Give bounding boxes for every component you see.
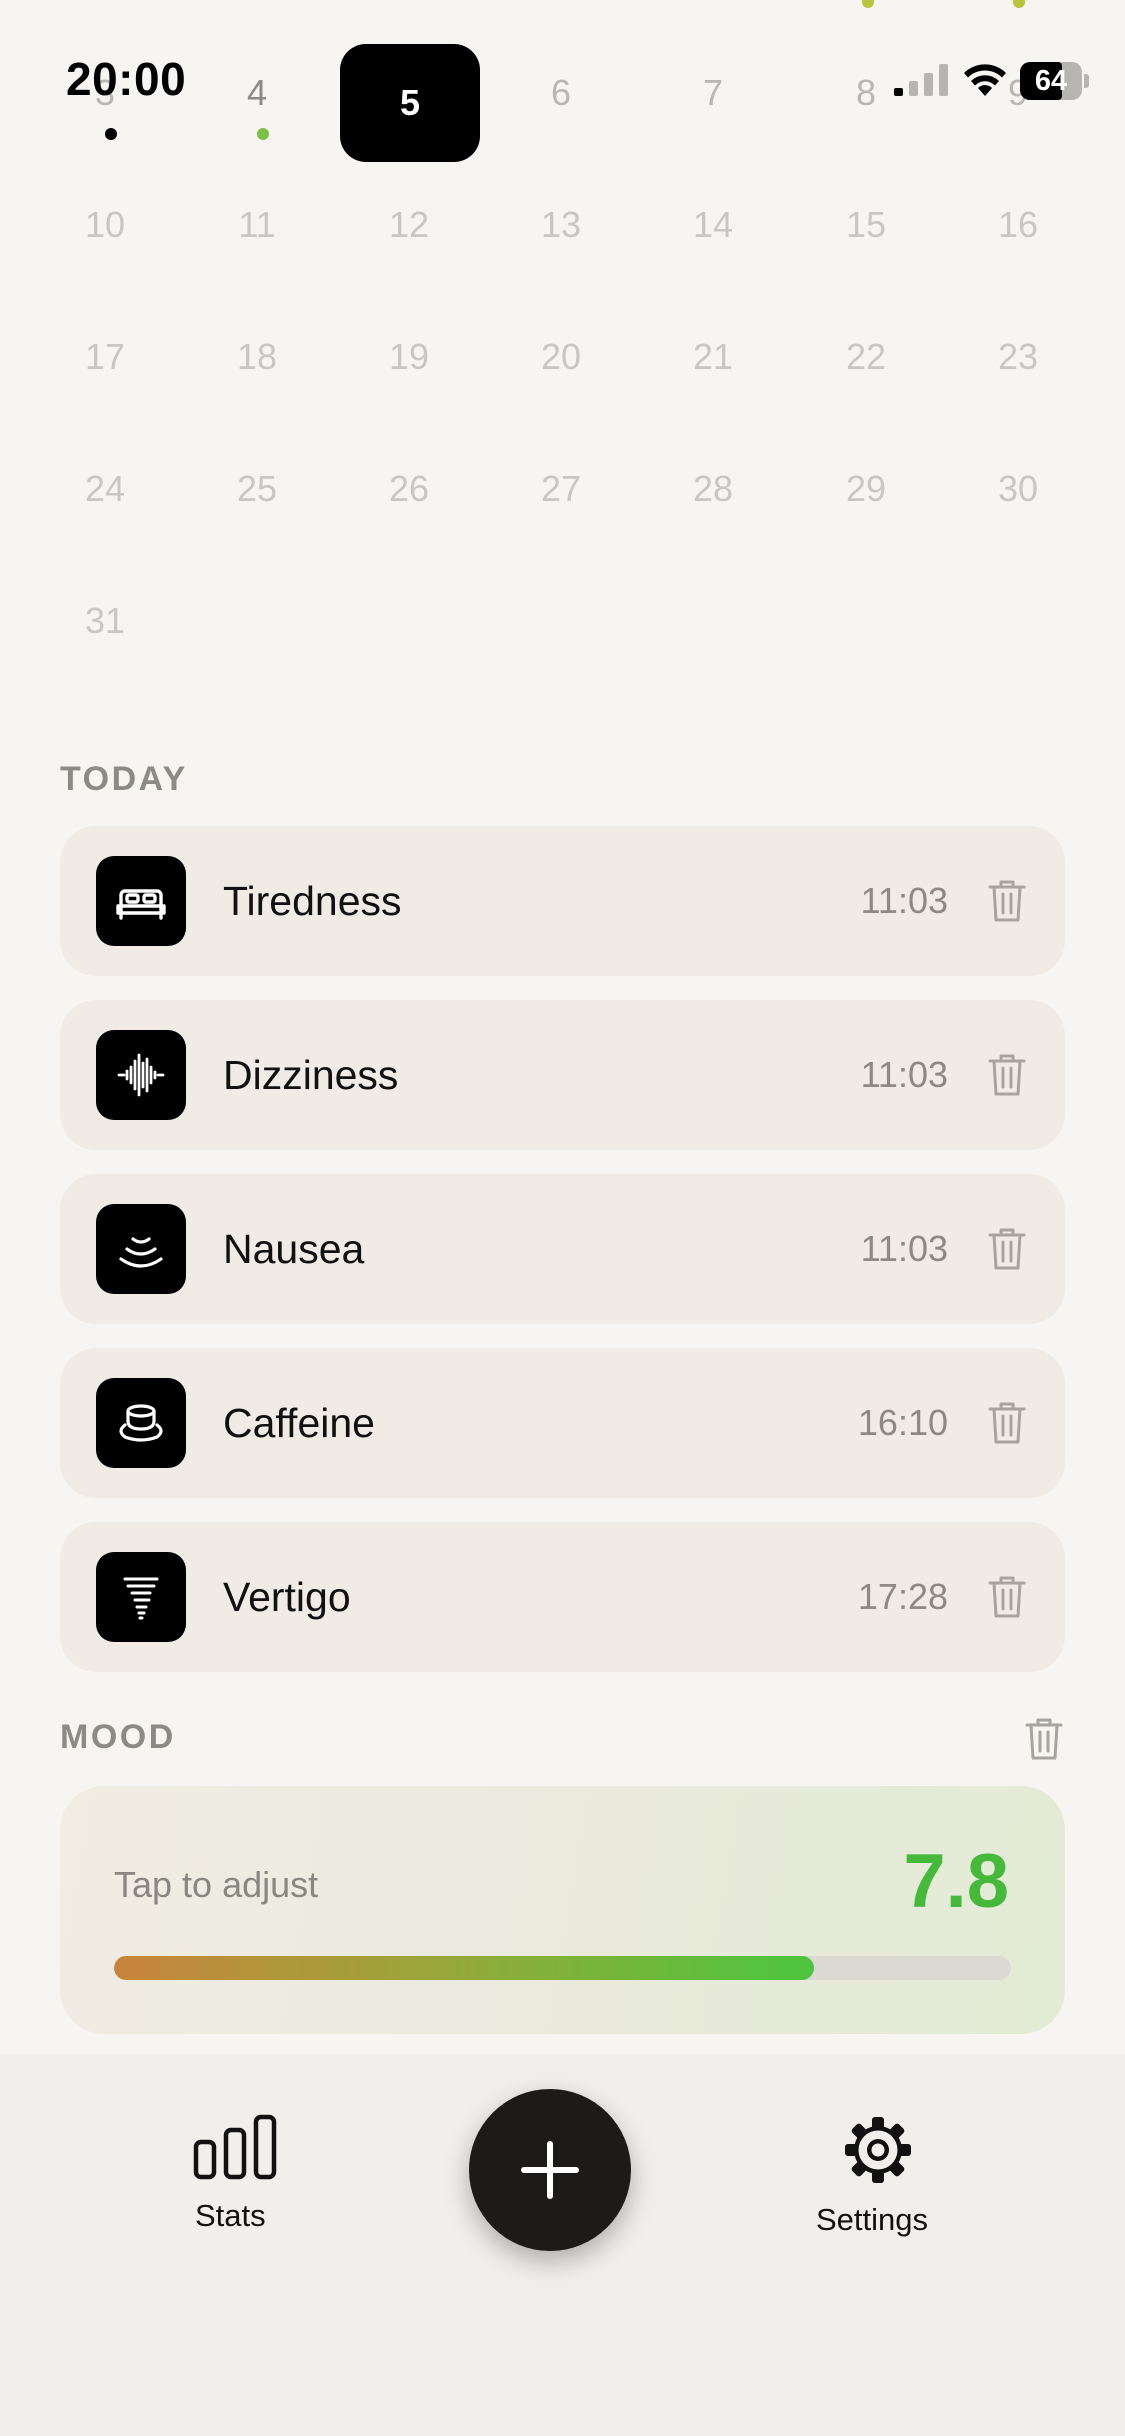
entry-icon-container bbox=[96, 1552, 186, 1642]
entry-icon-container bbox=[96, 856, 186, 946]
tab-settings[interactable]: Settings bbox=[810, 2114, 945, 2284]
trash-icon[interactable] bbox=[987, 1226, 1027, 1272]
tab-label: Stats bbox=[195, 2198, 266, 2233]
day-cell-selected[interactable]: 5 bbox=[340, 44, 480, 162]
day-cell[interactable]: 11 bbox=[197, 166, 317, 284]
tornado-icon bbox=[123, 1577, 159, 1620]
entry-time: 11:03 bbox=[860, 1054, 948, 1095]
trash-icon[interactable] bbox=[987, 1574, 1027, 1620]
waves-icon bbox=[119, 1237, 163, 1268]
waveform-icon bbox=[117, 1053, 165, 1097]
mood-slider-track[interactable] bbox=[114, 1956, 1011, 1980]
entry-row-caffeine[interactable]: Caffeine 16:10 bbox=[60, 1348, 1065, 1498]
plus-icon bbox=[521, 2141, 579, 2199]
add-entry-button[interactable] bbox=[469, 2089, 631, 2251]
day-cell[interactable]: 8 bbox=[806, 34, 926, 152]
entry-name: Nausea bbox=[223, 1226, 365, 1272]
day-cell[interactable]: 29 bbox=[806, 430, 926, 548]
mood-slider-fill bbox=[114, 1956, 814, 1980]
day-cell[interactable]: 7 bbox=[653, 34, 773, 152]
day-cell[interactable]: 12 bbox=[349, 166, 469, 284]
day-cell[interactable]: 20 bbox=[501, 298, 621, 416]
entry-name: Caffeine bbox=[223, 1400, 375, 1446]
day-cell[interactable]: 17 bbox=[45, 298, 165, 416]
entry-name: Vertigo bbox=[223, 1574, 351, 1620]
gear-icon bbox=[845, 2117, 911, 2183]
day-cell[interactable]: 30 bbox=[958, 430, 1078, 548]
tab-stats[interactable]: Stats bbox=[183, 2114, 283, 2284]
entry-icon-container bbox=[96, 1204, 186, 1294]
mood-hint: Tap to adjust bbox=[114, 1864, 319, 1905]
day-cell[interactable]: 22 bbox=[806, 298, 926, 416]
entry-icon-container bbox=[96, 1030, 186, 1120]
event-dot bbox=[257, 128, 269, 140]
day-cell[interactable]: 19 bbox=[349, 298, 469, 416]
day-cell[interactable]: 9 bbox=[958, 34, 1078, 152]
section-title-mood: MOOD bbox=[60, 1718, 176, 1756]
trash-icon[interactable] bbox=[987, 1400, 1027, 1446]
calendar-grid: 3 4 5 6 7 8 9 10 11 12 13 14 15 16 17 18… bbox=[0, 0, 1125, 700]
entry-name: Dizziness bbox=[223, 1052, 399, 1098]
day-cell[interactable]: 10 bbox=[45, 166, 165, 284]
day-cell[interactable]: 6 bbox=[501, 34, 621, 152]
tab-label: Settings bbox=[816, 2202, 929, 2237]
day-cell[interactable]: 26 bbox=[349, 430, 469, 548]
section-title-today: TODAY bbox=[60, 760, 188, 798]
event-dot bbox=[1013, 0, 1025, 8]
entry-time: 11:03 bbox=[860, 880, 948, 921]
day-cell[interactable]: 24 bbox=[45, 430, 165, 548]
day-cell[interactable]: 21 bbox=[653, 298, 773, 416]
entry-time: 11:03 bbox=[860, 1228, 948, 1269]
bar-chart-icon bbox=[193, 2114, 277, 2180]
event-dot bbox=[862, 0, 874, 8]
day-cell[interactable]: 25 bbox=[197, 430, 317, 548]
day-cell[interactable]: 31 bbox=[45, 562, 165, 680]
day-cell[interactable]: 16 bbox=[958, 166, 1078, 284]
entry-icon-container bbox=[96, 1378, 186, 1468]
entry-time: 16:10 bbox=[857, 1402, 948, 1443]
day-cell[interactable]: 23 bbox=[958, 298, 1078, 416]
mood-value: 7.8 bbox=[903, 1839, 1009, 1924]
event-dot bbox=[105, 128, 117, 140]
day-cell[interactable]: 27 bbox=[501, 430, 621, 548]
day-cell[interactable]: 14 bbox=[653, 166, 773, 284]
day-cell[interactable]: 18 bbox=[197, 298, 317, 416]
day-cell[interactable]: 13 bbox=[501, 166, 621, 284]
bed-icon bbox=[116, 889, 166, 920]
trash-icon[interactable] bbox=[1024, 1716, 1064, 1762]
entry-time: 17:28 bbox=[857, 1576, 948, 1617]
entry-row-dizziness[interactable]: Dizziness 11:03 bbox=[60, 1000, 1065, 1150]
trash-icon[interactable] bbox=[987, 878, 1027, 924]
entry-row-vertigo[interactable]: Vertigo 17:28 bbox=[60, 1522, 1065, 1672]
trash-icon[interactable] bbox=[987, 1052, 1027, 1098]
entry-name: Tiredness bbox=[223, 878, 402, 924]
day-cell[interactable]: 15 bbox=[806, 166, 926, 284]
tab-bar: Stats Settings bbox=[0, 2054, 1125, 2436]
day-cell[interactable]: 28 bbox=[653, 430, 773, 548]
coffee-cup-icon bbox=[119, 1404, 163, 1442]
entry-row-tiredness[interactable]: Tiredness 11:03 bbox=[60, 826, 1065, 976]
entry-row-nausea[interactable]: Nausea 11:03 bbox=[60, 1174, 1065, 1324]
mood-card[interactable]: Tap to adjust 7.8 bbox=[60, 1786, 1065, 2034]
